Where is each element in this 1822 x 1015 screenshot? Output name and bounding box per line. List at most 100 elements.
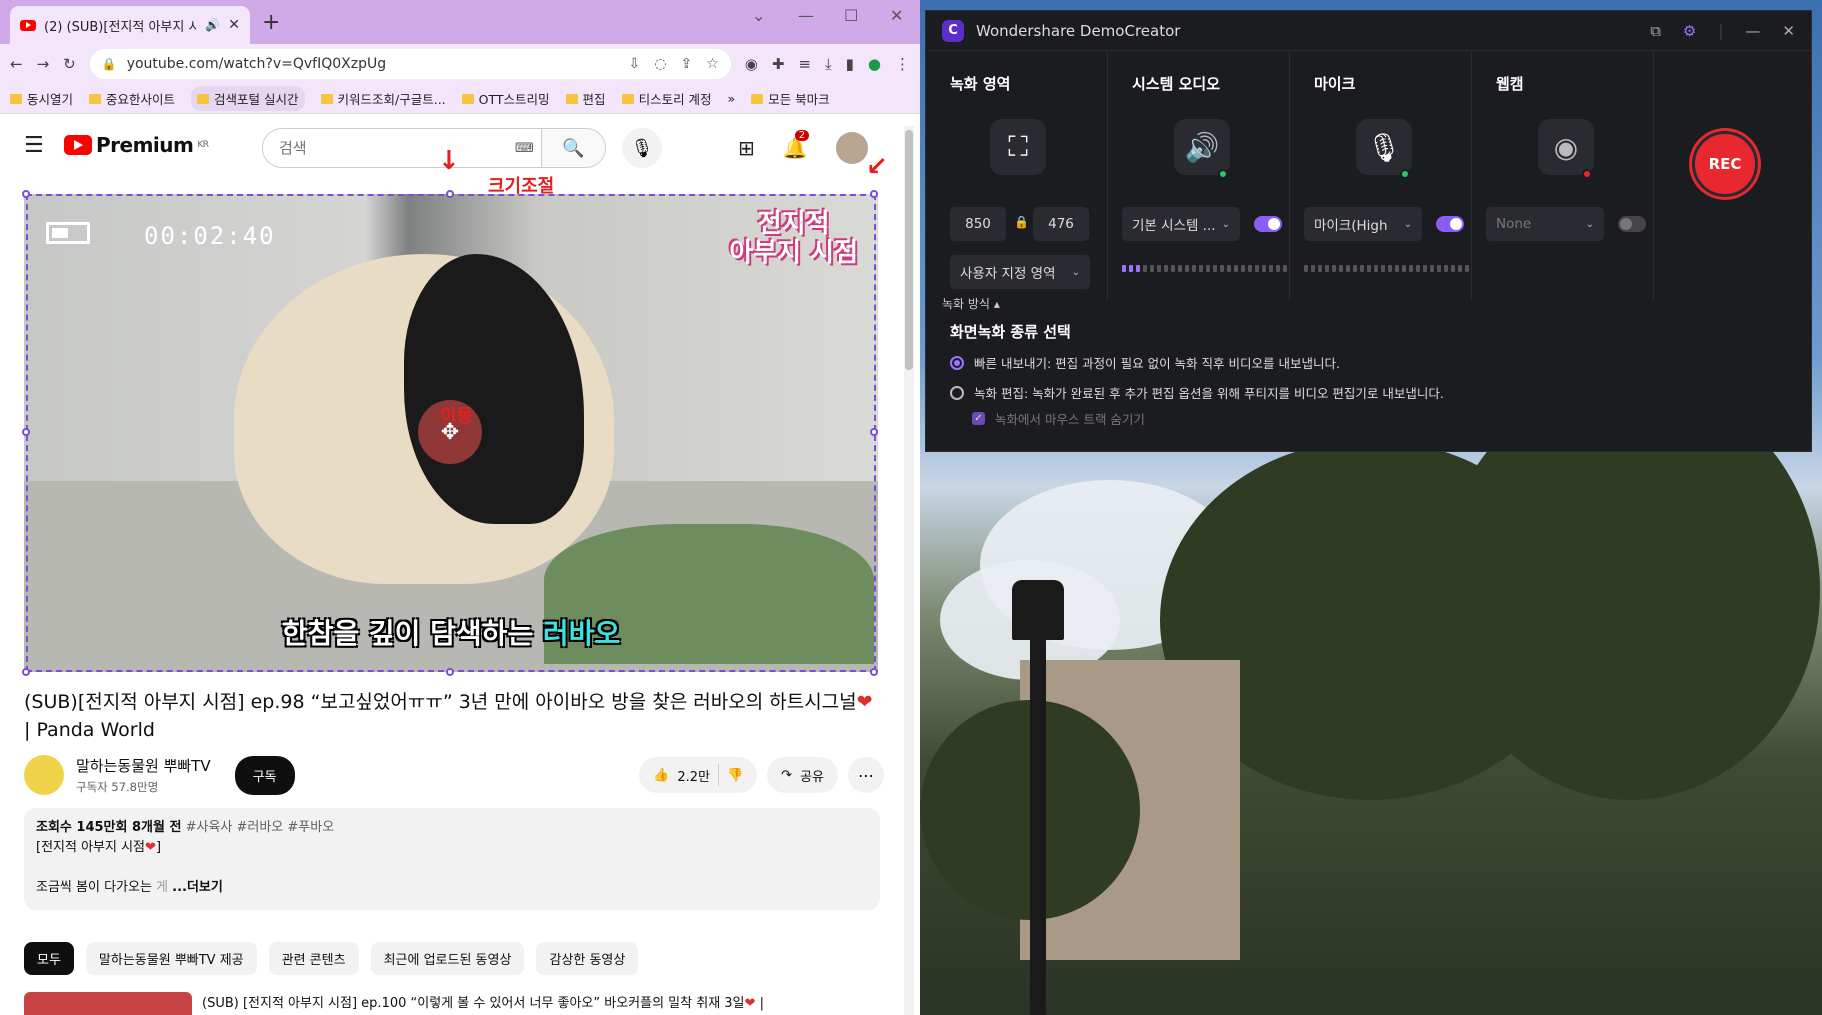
hashtags[interactable]: #사육사 #러바오 #푸바오 xyxy=(186,820,335,835)
close-tab-icon[interactable]: ✕ xyxy=(228,17,240,33)
checkbox-hide-mouse[interactable]: ✓ xyxy=(972,412,985,425)
search-input[interactable] xyxy=(263,129,515,167)
filter-chip[interactable]: 감상한 동영상 xyxy=(536,942,639,975)
mode-toggle[interactable]: 녹화 방식 ▴ xyxy=(942,295,1000,312)
extension-icon[interactable]: ◉ xyxy=(745,55,758,73)
webcam-icon[interactable]: ◉ xyxy=(1538,119,1594,175)
resize-handle[interactable] xyxy=(446,668,454,676)
like-count[interactable]: 2.2만 xyxy=(677,766,710,785)
filter-chip[interactable]: 최근에 업로드된 동영상 xyxy=(370,942,525,975)
menu-icon[interactable]: ⋮ xyxy=(895,55,910,73)
meter-segment xyxy=(1248,265,1252,272)
mic-select[interactable]: 마이크(High ⌄ xyxy=(1304,207,1422,241)
lock-ratio-icon[interactable]: 🔒 xyxy=(1014,215,1029,229)
keyboard-icon[interactable]: ⌨ xyxy=(515,141,541,156)
bookmark-item[interactable]: 동시열기 xyxy=(10,89,73,108)
option-edit[interactable]: 녹화 편집: 녹화가 완료된 후 추가 편집 옵션을 위해 푸티지를 비디오 편… xyxy=(950,383,1444,402)
show-more-link[interactable]: ...더보기 xyxy=(172,880,223,895)
bookmark-item[interactable]: OTT스트리밍 xyxy=(461,89,550,108)
resize-handle[interactable] xyxy=(22,668,30,676)
filter-chip[interactable]: 관련 콘텐츠 xyxy=(268,942,359,975)
settings-icon[interactable]: ⚙ xyxy=(1683,22,1696,40)
bookmark-item[interactable]: 편집 xyxy=(565,89,606,108)
bookmark-item[interactable]: 중요한사이트 xyxy=(89,89,175,108)
minimize-icon[interactable]: — xyxy=(798,6,814,25)
channel-avatar[interactable] xyxy=(24,755,64,795)
radio-edit[interactable] xyxy=(950,385,964,400)
bookmark-item[interactable]: 모든 북마크 xyxy=(751,89,830,108)
webcam-toggle[interactable] xyxy=(1618,216,1646,232)
related-title[interactable]: (SUB) [전지적 아부지 시점] ep.100 “이렇게 볼 수 있어서 너… xyxy=(202,996,745,1011)
bookmark-star-icon[interactable]: ☆ xyxy=(706,56,719,72)
speaker-icon[interactable]: 🔊 xyxy=(1174,119,1230,175)
audio-icon[interactable]: 🔊 xyxy=(205,18,220,32)
resize-handle[interactable] xyxy=(870,428,878,436)
profile-icon[interactable]: ● xyxy=(868,55,881,73)
search-button[interactable]: 🔍 xyxy=(541,129,605,167)
sys-audio-toggle[interactable] xyxy=(1254,216,1282,232)
filter-chip[interactable]: 말하는동물원 뿌빠TV 제공 xyxy=(85,942,257,975)
rec-button[interactable]: REC xyxy=(1692,131,1758,197)
forward-icon[interactable]: → xyxy=(37,55,50,73)
option-hide-mouse[interactable]: ✓ 녹화에서 마우스 트랙 숨기기 xyxy=(972,409,1145,428)
channel-row: 말하는동물원 뿌빠TV 구독자 57.8만명 구독 👍 2.2만 👎 ↷ 공유 … xyxy=(24,752,884,798)
microphone-icon[interactable]: 🎙 xyxy=(1356,119,1412,175)
subscribe-button[interactable]: 구독 xyxy=(234,755,295,795)
back-icon[interactable]: ← xyxy=(10,55,23,73)
minimize-icon[interactable]: — xyxy=(1745,22,1760,40)
filter-chip[interactable]: 모두 xyxy=(24,942,74,975)
page-scrollbar[interactable] xyxy=(904,126,914,1015)
voice-search-button[interactable]: 🎙 xyxy=(622,128,662,168)
related-thumbnail[interactable] xyxy=(24,992,192,1015)
maximize-icon[interactable]: ☐ xyxy=(844,6,858,25)
browser-tab-youtube[interactable]: (2) (SUB)[전지적 아부지 시점 🔊 ✕ xyxy=(10,6,250,44)
bookmark-item[interactable]: 티스토리 계정 xyxy=(621,89,712,108)
screenshot-icon[interactable]: ⧉ xyxy=(1650,22,1661,40)
option-fast-export[interactable]: 빠른 내보내기: 편집 과정이 필요 없이 녹화 직후 비디오를 내보냅니다. xyxy=(950,353,1340,372)
close-icon[interactable]: ✕ xyxy=(1782,22,1795,40)
channel-name[interactable]: 말하는동물원 뿌빠TV xyxy=(76,755,211,776)
eye-off-icon[interactable]: ◌ xyxy=(654,56,666,72)
resize-handle[interactable] xyxy=(22,190,30,198)
create-video-icon[interactable]: ⊞ xyxy=(738,136,755,160)
width-input[interactable]: 850 xyxy=(950,207,1006,241)
install-icon[interactable]: ⇩ xyxy=(629,56,641,72)
sys-audio-select[interactable]: 기본 시스템 ... ⌄ xyxy=(1122,207,1240,241)
address-bar[interactable]: 🔒 youtube.com/watch?v=QvfIQ0XzpUg ⇩ ◌ ⇪ … xyxy=(89,49,731,79)
related-video[interactable]: (SUB) [전지적 아부지 시점] ep.100 “이렇게 볼 수 있어서 너… xyxy=(24,992,764,1015)
resize-handle[interactable] xyxy=(446,190,454,198)
share-arrow-icon: ↷ xyxy=(781,767,793,783)
height-input[interactable]: 476 xyxy=(1033,207,1089,241)
webcam-select[interactable]: None ⌄ xyxy=(1486,207,1604,241)
bookmark-item[interactable]: 키워드조회/구글트... xyxy=(320,89,446,108)
notifications-icon[interactable]: 🔔 2 xyxy=(783,130,810,160)
resize-handle[interactable] xyxy=(870,668,878,676)
dislike-icon[interactable]: 👎 xyxy=(727,768,743,783)
youtube-logo[interactable]: Premium KR xyxy=(64,133,209,157)
meter-segment xyxy=(1122,265,1126,272)
new-tab-icon[interactable]: + xyxy=(262,10,280,35)
area-preset-select[interactable]: 사용자 지정 영역 ⌄ xyxy=(950,255,1090,289)
bookmark-item[interactable]: 검색포털 실시간 xyxy=(191,86,305,111)
tab-search-chevron-icon[interactable]: ⌄ xyxy=(752,6,765,25)
download-icon[interactable]: ⤓ xyxy=(825,55,832,73)
avatar[interactable] xyxy=(835,132,868,164)
hamburger-icon[interactable]: ☰ xyxy=(24,133,64,158)
bookmark-item[interactable]: » xyxy=(728,91,736,106)
mic-toggle[interactable] xyxy=(1436,216,1464,232)
share-icon[interactable]: ⇪ xyxy=(680,56,692,72)
resize-handle[interactable] xyxy=(22,428,30,436)
resize-handle[interactable] xyxy=(870,190,878,198)
share-button[interactable]: ↷ 공유 xyxy=(767,757,838,793)
more-actions-icon[interactable]: ⋯ xyxy=(848,757,884,793)
meter-segment xyxy=(1409,265,1413,272)
area-select-icon[interactable]: ⛶ xyxy=(990,119,1046,175)
radio-fast-export[interactable] xyxy=(950,355,964,370)
sidepanel-icon[interactable]: ▮ xyxy=(846,55,854,73)
puzzle-icon[interactable]: ✚ xyxy=(772,55,785,73)
like-icon[interactable]: 👍 xyxy=(653,768,669,783)
reload-icon[interactable]: ↻ xyxy=(63,55,76,73)
description-box[interactable]: 조회수 145만회 8개월 전 #사육사 #러바오 #푸바오 [전지적 아부지 … xyxy=(24,808,880,910)
media-icon[interactable]: ≡ xyxy=(798,55,811,73)
close-window-icon[interactable]: ✕ xyxy=(890,6,903,25)
